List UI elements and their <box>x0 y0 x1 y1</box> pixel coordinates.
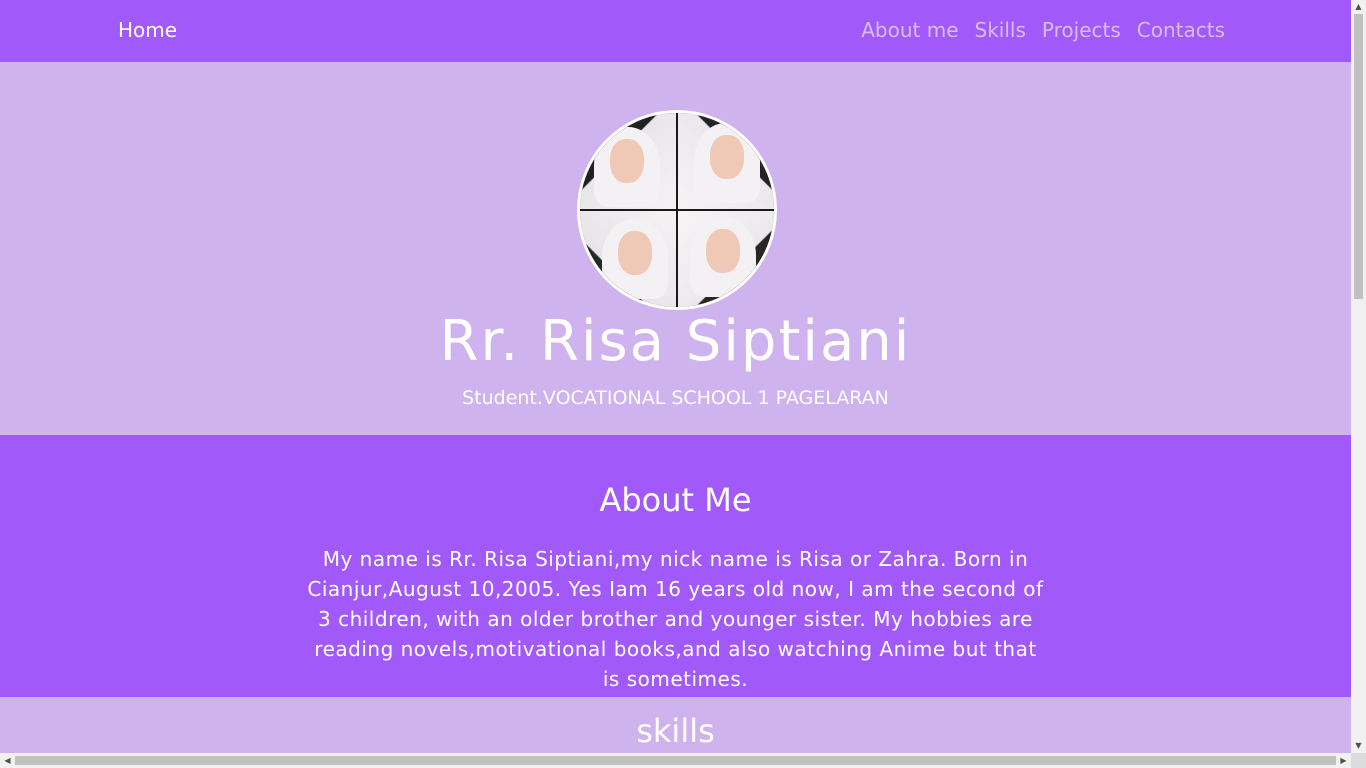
skills-heading: skills <box>636 712 715 750</box>
scrollbar-corner <box>1351 753 1366 768</box>
avatar-face <box>618 231 652 275</box>
horizontal-scrollbar[interactable]: ◀ ▶ <box>0 753 1351 768</box>
nav-link-about-me[interactable]: About me <box>861 17 958 43</box>
nav-home-link[interactable]: Home <box>118 17 177 43</box>
avatar-divider <box>580 209 774 211</box>
vertical-scroll-thumb[interactable] <box>1354 14 1363 299</box>
triangle-right-icon[interactable]: ▶ <box>1336 753 1351 768</box>
nav-link-projects[interactable]: Projects <box>1042 17 1121 43</box>
avatar-face <box>610 139 644 183</box>
nav-link-contacts[interactable]: Contacts <box>1137 17 1225 43</box>
profile-name: Rr. Risa Siptiani <box>439 309 912 374</box>
triangle-down-icon[interactable]: ▼ <box>1351 739 1366 753</box>
profile-avatar <box>577 110 777 310</box>
hero-section: Rr. Risa Siptiani Student.VOCATIONAL SCH… <box>0 62 1351 435</box>
triangle-up-icon[interactable]: ▲ <box>1351 0 1366 14</box>
profile-subtitle: Student.VOCATIONAL SCHOOL 1 PAGELARAN <box>462 387 889 409</box>
avatar-face <box>710 135 744 179</box>
skills-section: skills <box>0 697 1351 753</box>
about-text: My name is Rr. Risa Siptiani,my nick nam… <box>307 547 1044 691</box>
nav-link-skills[interactable]: Skills <box>975 17 1026 43</box>
about-heading: About Me <box>599 481 752 519</box>
horizontal-scroll-thumb[interactable] <box>15 756 1336 765</box>
page-viewport: Home About me Skills Projects Contacts R… <box>0 0 1351 753</box>
nav-links: About me Skills Projects Contacts <box>845 17 1225 43</box>
vertical-scrollbar[interactable]: ▲ ▼ <box>1351 0 1366 753</box>
avatar-face <box>706 229 740 273</box>
triangle-left-icon[interactable]: ◀ <box>0 753 15 768</box>
about-section: About Me My name is Rr. Risa Siptiani,my… <box>0 435 1351 697</box>
navbar: Home About me Skills Projects Contacts <box>0 0 1351 62</box>
